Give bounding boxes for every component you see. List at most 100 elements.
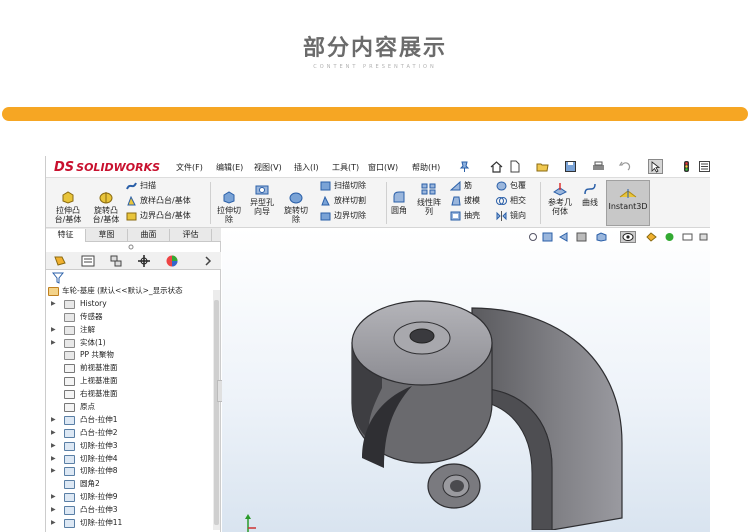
extrude-cut-button[interactable]: 拉伸切 除 [214, 190, 244, 224]
expand-arrow-icon[interactable]: ▶ [51, 465, 56, 478]
tree-item-boss-extrude3[interactable]: ▶ 凸台-拉伸3 [46, 504, 214, 517]
collapse-handle-icon[interactable] [128, 244, 134, 250]
sweep-cut-button[interactable]: 扫描切除 [320, 180, 366, 192]
edit-appearance-icon[interactable] [664, 232, 675, 242]
loft-button[interactable]: 放样凸台/基体 [126, 195, 191, 207]
tree-item-front-plane[interactable]: 前视基准面 [46, 362, 214, 375]
expand-arrow-icon[interactable]: ▶ [51, 298, 56, 311]
expand-arrow-icon[interactable]: ▶ [51, 337, 56, 350]
menu-help[interactable]: 帮助(H) [412, 162, 440, 173]
mirror-icon [496, 210, 507, 221]
configuration-manager-tab-icon[interactable] [106, 254, 126, 268]
filter-icon[interactable] [52, 272, 64, 284]
tree-item-label: 切除-拉伸8 [80, 466, 118, 476]
menu-window[interactable]: 窗口(W) [368, 162, 398, 173]
new-document-icon[interactable] [508, 160, 521, 173]
hide-show-items-icon[interactable] [646, 232, 657, 242]
open-folder-icon[interactable] [536, 160, 549, 173]
save-icon[interactable] [564, 160, 577, 173]
expand-arrow-icon[interactable]: ▶ [51, 427, 56, 440]
undo-icon[interactable] [618, 160, 631, 173]
expand-arrow-icon[interactable]: ▶ [51, 324, 56, 337]
expand-arrow-icon[interactable]: ▶ [51, 517, 56, 530]
tree-item-cut-extrude8[interactable]: ▶ 切除-拉伸8 [46, 465, 214, 478]
linear-pattern-button[interactable]: 线性阵 列 [414, 182, 444, 216]
sweep-button[interactable]: 扫描 [126, 180, 156, 192]
tree-item-sensors[interactable]: 传感器 [46, 311, 214, 324]
expand-arrow-icon[interactable]: ▶ [51, 414, 56, 427]
tree-scrollbar[interactable] [213, 290, 220, 530]
menu-view[interactable]: 视图(V) [254, 162, 282, 173]
zoom-to-fit-icon[interactable] [528, 232, 539, 242]
select-cursor-icon[interactable] [648, 159, 663, 174]
feature-manager-tab-icon[interactable] [50, 254, 70, 268]
tree-item-cut-extrude4[interactable]: ▶ 切除-拉伸4 [46, 453, 214, 466]
tab-evaluate[interactable]: 评估 [170, 229, 212, 242]
property-manager-tab-icon[interactable] [78, 254, 98, 268]
extrude-boss-button[interactable]: 拉伸凸 台/基体 [52, 190, 84, 224]
boundary-boss-button[interactable]: 边界凸台/基体 [126, 210, 191, 222]
menu-file[interactable]: 文件(F) [176, 162, 203, 173]
boundary-cut-button[interactable]: 边界切除 [320, 210, 366, 222]
zoom-area-icon[interactable] [542, 232, 553, 242]
apply-scene-icon[interactable] [682, 232, 693, 242]
tree-item-solid-bodies[interactable]: ▶ 实体(1) [46, 337, 214, 350]
tree-item-fillet2[interactable]: 圆角2 [46, 478, 214, 491]
reference-geometry-button[interactable]: 参考几 何体 [544, 182, 576, 216]
menu-tools[interactable]: 工具(T) [332, 162, 359, 173]
history-icon [64, 299, 75, 309]
options-icon[interactable] [698, 160, 710, 173]
fillet-button[interactable]: 圆角 [388, 190, 410, 215]
graphics-viewport[interactable] [222, 228, 710, 532]
revolve-boss-button[interactable]: 旋转凸 台/基体 [90, 190, 122, 224]
tree-item-material[interactable]: PP 共聚物 [46, 349, 214, 362]
home-icon[interactable] [490, 160, 503, 173]
curves-icon [584, 183, 596, 195]
print-icon[interactable] [592, 160, 605, 173]
tab-surfaces[interactable]: 曲面 [128, 229, 170, 242]
tree-item-cut-extrude11[interactable]: ▶ 切除-拉伸11 [46, 517, 214, 530]
intersect-button[interactable]: 相交 [496, 195, 526, 207]
dimxpert-tab-icon[interactable] [134, 254, 154, 268]
view-orientation-icon[interactable] [596, 232, 607, 242]
expand-arrow-icon[interactable]: ▶ [51, 491, 56, 504]
mirror-button[interactable]: 镜向 [496, 210, 526, 222]
curves-button[interactable]: 曲线 [578, 182, 602, 207]
wrap-button[interactable]: 包覆 [496, 180, 526, 192]
rebuild-icon[interactable] [680, 160, 693, 173]
previous-view-icon[interactable] [558, 232, 569, 242]
instant3d-button[interactable]: Instant3D [606, 180, 650, 226]
tree-root[interactable]: 车轮-基座 (默认<<默认>_显示状态 [46, 285, 214, 298]
tree-item-right-plane[interactable]: 右视基准面 [46, 388, 214, 401]
tree-item-history[interactable]: ▶ History [46, 298, 214, 311]
section-view-icon[interactable] [576, 232, 587, 242]
tree-item-boss-extrude2[interactable]: ▶ 凸台-拉伸2 [46, 427, 214, 440]
revolve-cut-button[interactable]: 旋转切 除 [281, 190, 311, 224]
scrollbar-thumb[interactable] [214, 300, 219, 525]
tree-item-cut-extrude9[interactable]: ▶ 切除-拉伸9 [46, 491, 214, 504]
pin-icon[interactable] [458, 160, 471, 173]
expand-arrow-icon[interactable]: ▶ [51, 453, 56, 466]
hole-wizard-button[interactable]: 异型孔 向导 [247, 182, 277, 216]
view-settings-icon[interactable] [698, 232, 709, 242]
display-style-icon[interactable] [620, 231, 636, 243]
tree-item-cut-extrude3[interactable]: ▶ 切除-拉伸3 [46, 440, 214, 453]
draft-button[interactable]: 拔模 [450, 195, 480, 207]
tab-features[interactable]: 特征 [46, 229, 86, 242]
tab-sketch[interactable]: 草图 [86, 229, 128, 242]
tree-item-label: 凸台-拉伸1 [80, 414, 118, 424]
rib-button[interactable]: 筋 [450, 180, 472, 192]
expand-arrow-icon[interactable]: ▶ [51, 504, 56, 517]
expand-arrow-icon[interactable]: ▶ [51, 440, 56, 453]
sweep-cut-icon [320, 181, 331, 190]
panel-next-arrow-icon[interactable] [198, 254, 218, 268]
display-manager-tab-icon[interactable] [162, 254, 182, 268]
tree-item-annotations[interactable]: ▶ 注解 [46, 324, 214, 337]
tree-item-top-plane[interactable]: 上视基准面 [46, 375, 214, 388]
tree-item-origin[interactable]: 原点 [46, 401, 214, 414]
menu-insert[interactable]: 插入(I) [294, 162, 319, 173]
tree-item-boss-extrude1[interactable]: ▶ 凸台-拉伸1 [46, 414, 214, 427]
menu-edit[interactable]: 编辑(E) [216, 162, 243, 173]
loft-cut-button[interactable]: 放样切割 [320, 195, 366, 207]
shell-button[interactable]: 抽壳 [450, 210, 480, 222]
